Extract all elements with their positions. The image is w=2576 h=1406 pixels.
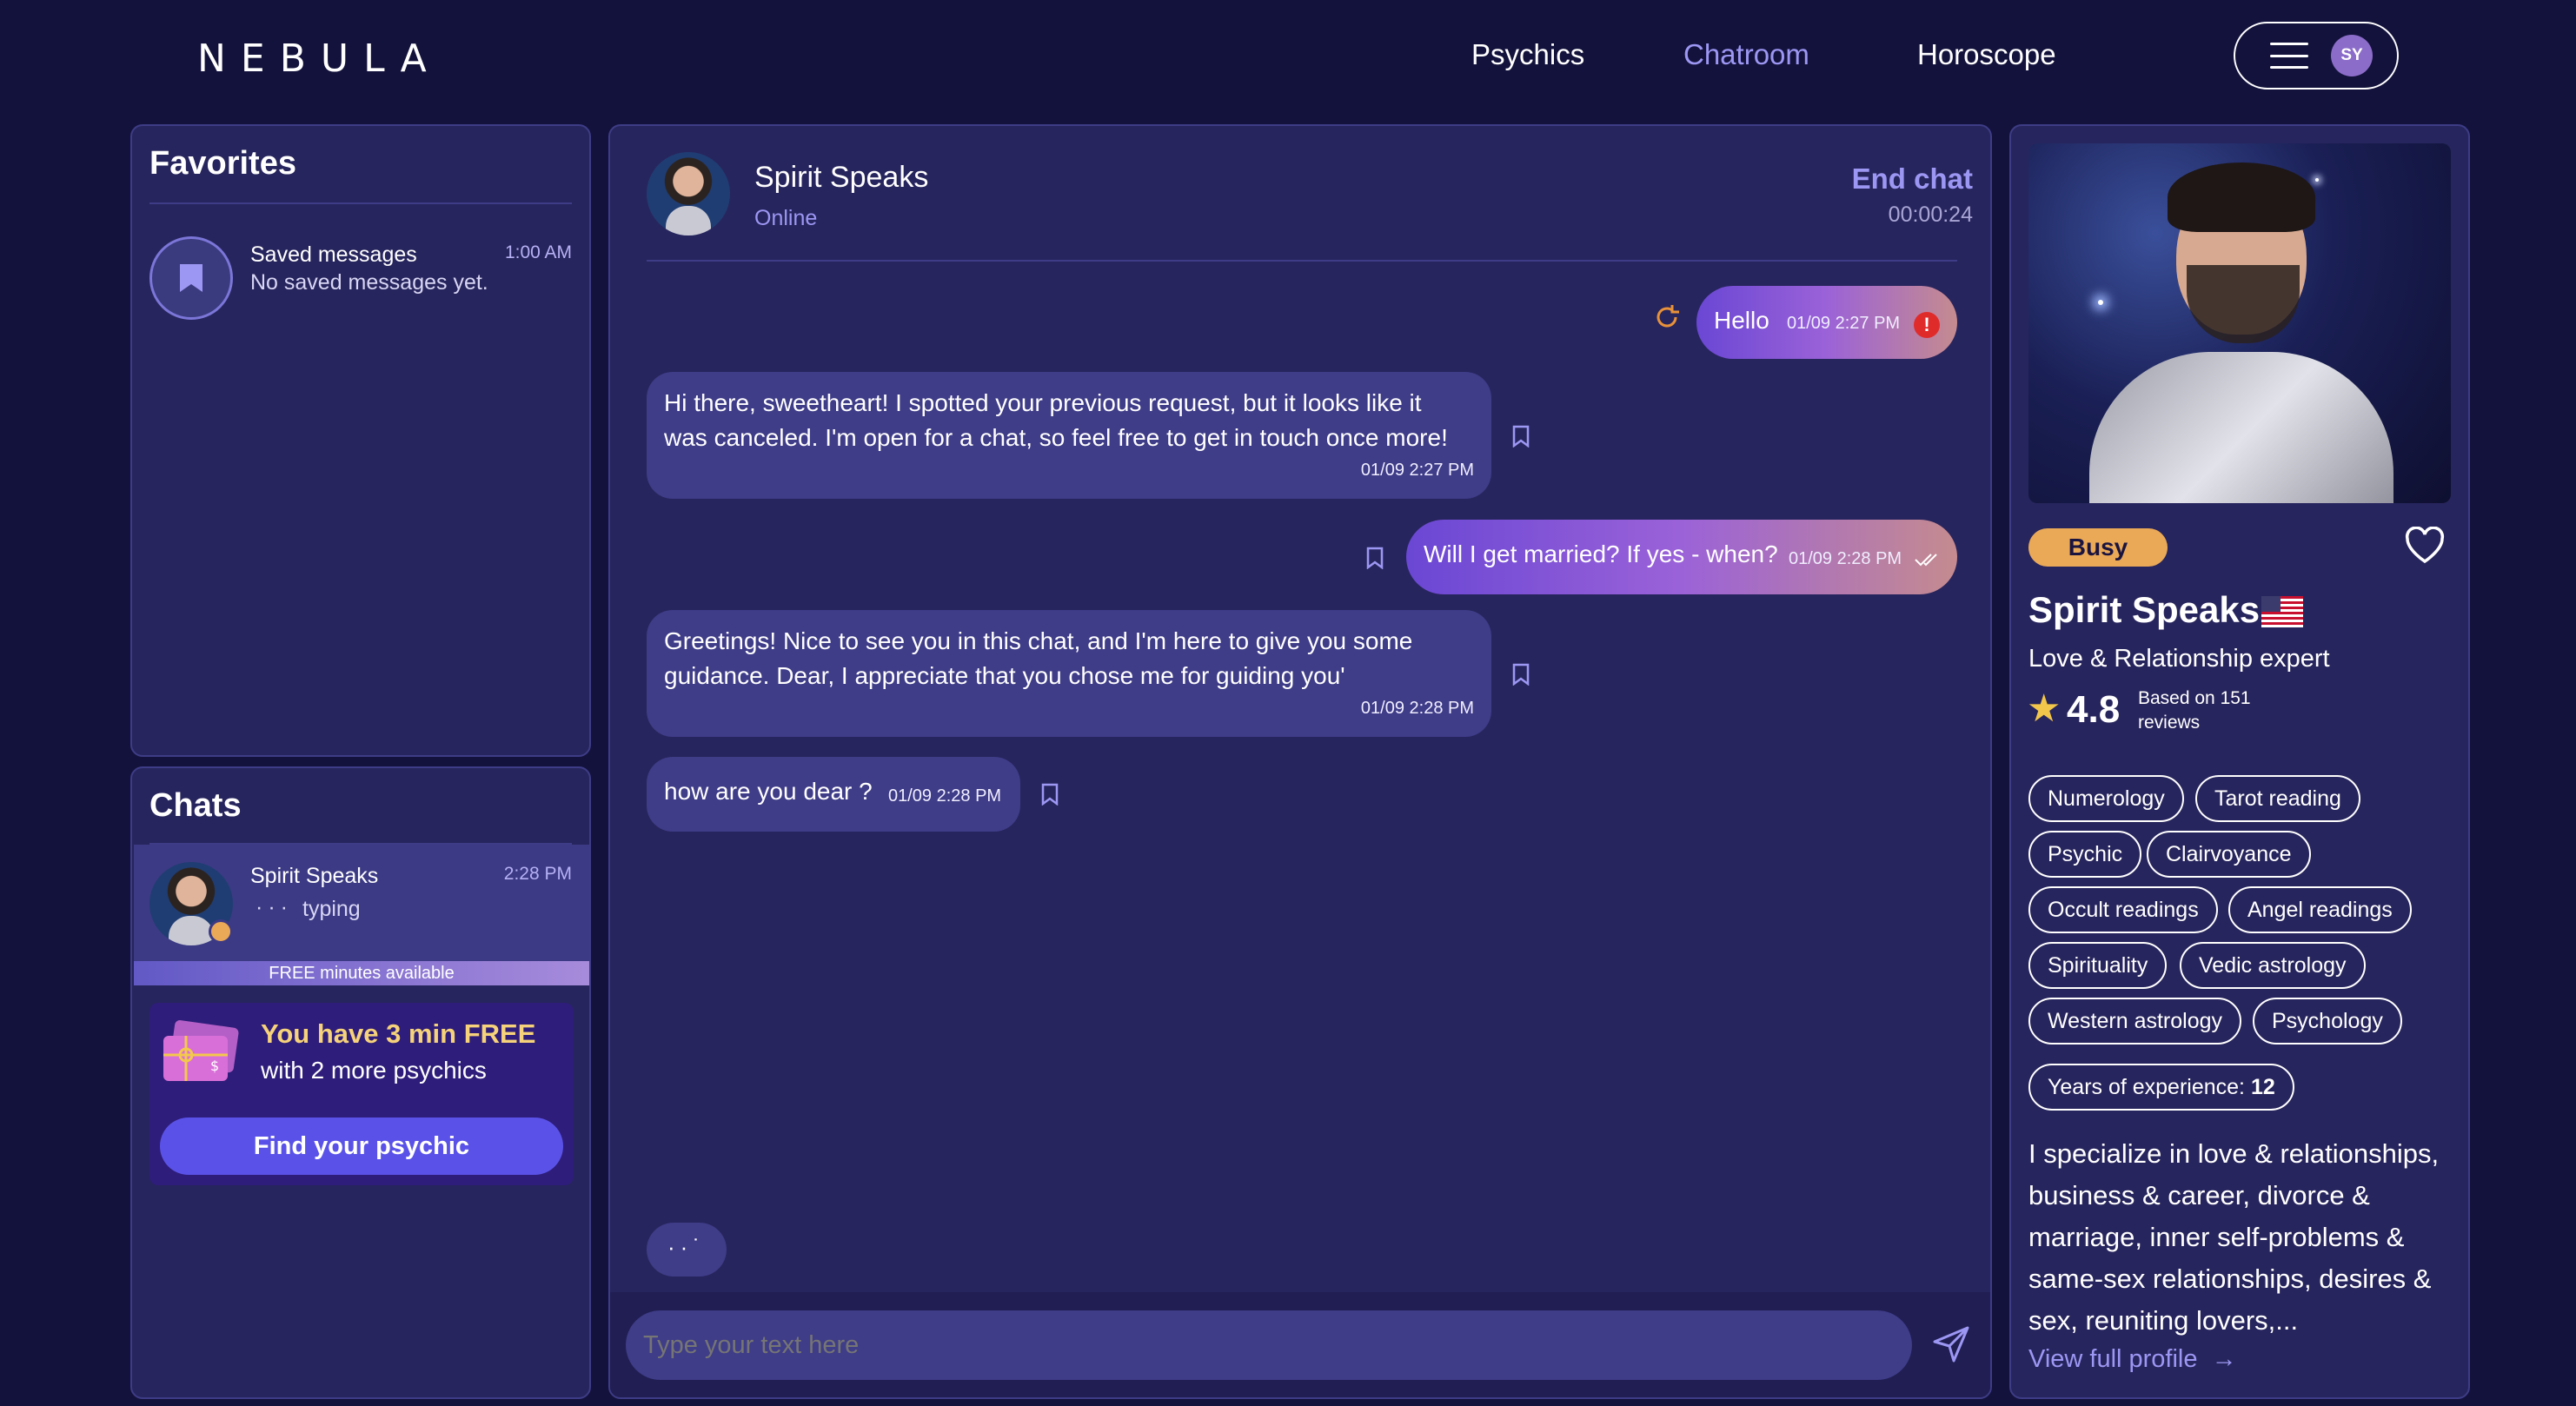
message-time: 01/09 2:28 PM: [1789, 549, 1902, 568]
bookmark-icon: [149, 236, 233, 320]
chats-title: Chats: [149, 787, 242, 824]
divider: [647, 260, 1957, 262]
message-time: 01/09 2:28 PM: [1360, 699, 1474, 718]
bookmark-icon[interactable]: [1366, 547, 1384, 569]
message-text: guidance. Dear, I appreciate that you ch…: [664, 662, 1345, 689]
view-full-profile-link[interactable]: View full profile →: [2028, 1345, 2237, 1374]
profile-specialty: Love & Relationship expert: [2028, 645, 2330, 673]
free-minutes-banner: FREE minutes available: [134, 961, 589, 985]
nav-chatroom[interactable]: Chatroom: [1683, 38, 1809, 71]
promo-headline: You have 3 min FREE: [261, 1018, 536, 1049]
chat-item-name: Spirit Speaks: [250, 864, 379, 888]
nav-horoscope[interactable]: Horoscope: [1917, 38, 2056, 71]
status-badge: Busy: [2028, 528, 2168, 567]
message-text: Hi there, sweetheart! I spotted your pre…: [664, 389, 1422, 416]
skill-tag: Psychology: [2253, 998, 2402, 1045]
typing-dots-icon: ···: [256, 895, 293, 919]
profile-rating: 4.8: [2067, 688, 2121, 731]
message-input[interactable]: [626, 1310, 1912, 1380]
star-icon: ★: [2027, 687, 2061, 730]
skill-tag: Numerology: [2028, 775, 2184, 822]
user-avatar: SY: [2331, 35, 2373, 76]
skill-tag: Tarot reading: [2195, 775, 2360, 822]
bookmark-icon[interactable]: [1512, 663, 1530, 686]
skill-tag: Occult readings: [2028, 886, 2218, 933]
message-bubble-incoming[interactable]: Hi there, sweetheart! I spotted your pre…: [647, 372, 1491, 499]
arrow-right-icon: →: [2204, 1345, 2237, 1373]
chats-panel: Chats Spirit Speaks ··· typing 2:28 PM F…: [130, 766, 591, 1399]
skill-tag: Angel readings: [2228, 886, 2412, 933]
message-bubble-outgoing[interactable]: Will I get married? If yes - when? 01/09…: [1406, 520, 1957, 594]
promo-subline: with 2 more psychics: [261, 1057, 487, 1084]
conversation-status: Online: [754, 206, 818, 230]
find-psychic-button[interactable]: Find your psychic: [160, 1118, 563, 1175]
message-text: was canceled. I'm open for a chat, so fe…: [664, 424, 1448, 451]
bookmark-icon[interactable]: [1512, 425, 1530, 448]
heart-icon[interactable]: [2404, 527, 2446, 565]
message-bubble-outgoing[interactable]: Hello 01/09 2:27 PM !: [1696, 286, 1957, 359]
psychic-photo: [2028, 143, 2451, 503]
free-minutes-promo: $ You have 3 min FREE with 2 more psychi…: [149, 1003, 574, 1185]
message-bubble-incoming[interactable]: Greetings! Nice to see you in this chat,…: [647, 610, 1491, 737]
saved-messages-item[interactable]: [149, 236, 233, 320]
skill-tag: Spirituality: [2028, 942, 2168, 989]
message-text: Greetings! Nice to see you in this chat,…: [664, 627, 1413, 654]
chat-item-time: 2:28 PM: [503, 864, 572, 884]
favorites-panel: Favorites Saved messages No saved messag…: [130, 124, 591, 757]
experience-label: Years of experience:: [2048, 1075, 2251, 1099]
favorites-title: Favorites: [149, 145, 296, 182]
message-text: Will I get married? If yes - when?: [1424, 541, 1778, 567]
saved-messages-subtitle: No saved messages yet.: [250, 270, 488, 295]
hamburger-icon: [2270, 43, 2308, 69]
conversation-name: Spirit Speaks: [754, 161, 929, 194]
error-icon: !: [1914, 312, 1940, 338]
divider: [149, 202, 572, 204]
us-flag-icon: [2261, 596, 2303, 627]
saved-messages-time: 1:00 AM: [504, 242, 572, 262]
user-menu-button[interactable]: SY: [2234, 22, 2399, 90]
message-text: Hello: [1714, 307, 1769, 334]
message-text: how are you dear ?: [664, 778, 873, 805]
skill-tag: Western astrology: [2028, 998, 2242, 1045]
message-bubble-incoming[interactable]: how are you dear ? 01/09 2:28 PM: [647, 757, 1020, 832]
message-time: 01/09 2:28 PM: [888, 786, 1002, 806]
experience-value: 12: [2250, 1075, 2275, 1099]
experience-tag: Years of experience: 12: [2028, 1064, 2294, 1111]
typing-indicator-icon: ··˙: [647, 1223, 727, 1277]
view-full-profile-label: View full profile: [2028, 1345, 2198, 1373]
profile-reviews: Based on 151: [2138, 688, 2251, 708]
chat-item-status: typing: [302, 897, 361, 921]
message-time: 01/09 2:27 PM: [1787, 314, 1901, 333]
end-chat-button[interactable]: End chat: [1852, 162, 1973, 196]
svg-text:$: $: [210, 1058, 219, 1074]
read-receipt-icon: [1915, 554, 1937, 567]
message-time: 01/09 2:27 PM: [1360, 461, 1474, 480]
profile-name: Spirit Speaks: [2028, 589, 2261, 630]
nav-psychics[interactable]: Psychics: [1471, 38, 1584, 71]
skill-tag: Psychic: [2028, 831, 2142, 878]
chat-timer: 00:00:24: [1888, 202, 1973, 227]
skill-tag: Clairvoyance: [2147, 831, 2311, 878]
conversation-panel: Spirit Speaks Online End chat 00:00:24 H…: [608, 124, 1992, 1399]
send-icon[interactable]: [1931, 1324, 1971, 1364]
chat-list-item[interactable]: Spirit Speaks ··· typing 2:28 PM: [134, 845, 589, 961]
profile-reviews: reviews: [2138, 713, 2201, 733]
profile-bio: I specialize in love & relationships, bu…: [2028, 1138, 2440, 1336]
gift-card-icon: $: [163, 1020, 239, 1081]
psychic-avatar[interactable]: [647, 152, 730, 235]
bookmark-icon[interactable]: [1041, 783, 1059, 806]
saved-messages-title: Saved messages: [250, 242, 417, 267]
nebula-logo[interactable]: NEBULA: [197, 36, 442, 81]
retry-icon[interactable]: [1653, 303, 1681, 331]
skill-tag: Vedic astrology: [2180, 942, 2366, 989]
busy-status-dot: [209, 919, 233, 944]
